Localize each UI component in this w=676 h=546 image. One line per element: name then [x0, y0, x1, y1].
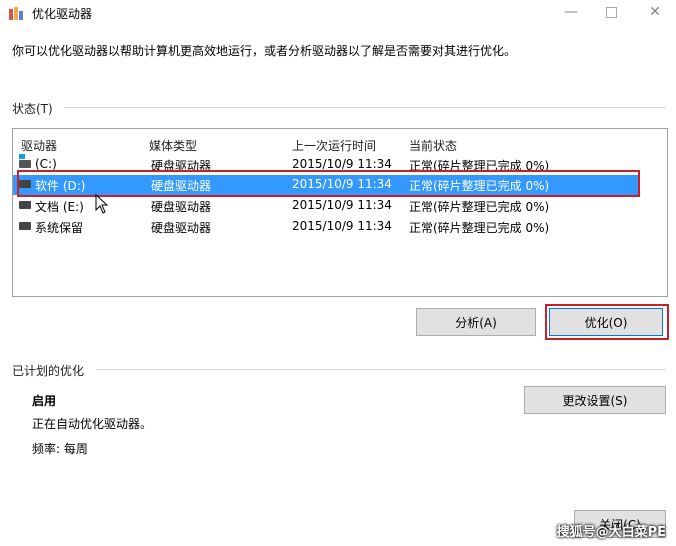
current-status: 正常(碎片整理已完成 0%)	[409, 221, 550, 235]
drive-icon	[19, 201, 31, 209]
media-type: 硬盘驱动器	[151, 221, 212, 235]
current-status: 正常(碎片整理已完成 0%)	[409, 200, 550, 214]
mouse-cursor-icon	[95, 194, 109, 214]
defrag-app-icon	[9, 7, 23, 20]
minimize-button[interactable]: —	[556, 0, 586, 24]
drive-row-system-reserved[interactable]: 系统保留 硬盘驱动器 2015/10/9 11:34 正常(碎片整理已完成 0%…	[13, 217, 640, 237]
system-drive-icon	[19, 154, 31, 168]
scheduled-optimization-label: 已计划的优化	[12, 364, 85, 378]
drive-name: 文档 (E:)	[35, 200, 84, 214]
drive-name: (C:)	[35, 157, 57, 171]
title-bar: 优化驱动器 — ✕	[0, 0, 676, 26]
watermark: 搜狐号@大白菜PE	[556, 525, 666, 540]
media-type: 硬盘驱动器	[151, 200, 212, 214]
maximize-icon	[605, 6, 617, 18]
schedule-frequency: 频率: 每周	[32, 442, 88, 456]
close-icon: ✕	[649, 4, 661, 20]
analyze-button[interactable]: 分析(A)	[416, 308, 536, 336]
column-header-media-type[interactable]: 媒体类型	[149, 137, 197, 154]
drive-list[interactable]: 驱动器 媒体类型 上一次运行时间 当前状态 (C:) 硬盘驱动器 2015/10…	[12, 128, 668, 297]
minimize-icon: —	[564, 4, 578, 20]
last-run-time: 2015/10/9 11:34	[292, 157, 392, 171]
schedule-detail: 正在自动优化驱动器。	[32, 417, 153, 431]
change-settings-button[interactable]: 更改设置(S)	[524, 386, 666, 414]
drive-icon	[19, 222, 31, 230]
schedule-state: 启用	[32, 394, 57, 408]
optimize-button-highlight	[545, 304, 669, 340]
column-header-drive[interactable]: 驱动器	[21, 137, 57, 154]
status-divider	[64, 107, 666, 108]
last-run-time: 2015/10/9 11:34	[292, 198, 392, 212]
last-run-time: 2015/10/9 11:34	[292, 219, 392, 233]
close-window-button[interactable]: ✕	[640, 0, 670, 24]
window-title: 优化驱动器	[32, 7, 93, 21]
description-text: 你可以优化驱动器以帮助计算机更高效地运行，或者分析驱动器以了解是否需要对其进行优…	[12, 44, 517, 58]
drive-name: 系统保留	[35, 221, 84, 235]
selected-row-highlight	[17, 170, 640, 197]
status-label: 状态(T)	[12, 102, 53, 116]
column-header-last-run[interactable]: 上一次运行时间	[292, 137, 376, 154]
maximize-button[interactable]	[596, 0, 626, 24]
column-header-status[interactable]: 当前状态	[409, 137, 457, 154]
scheduled-divider	[96, 369, 666, 370]
